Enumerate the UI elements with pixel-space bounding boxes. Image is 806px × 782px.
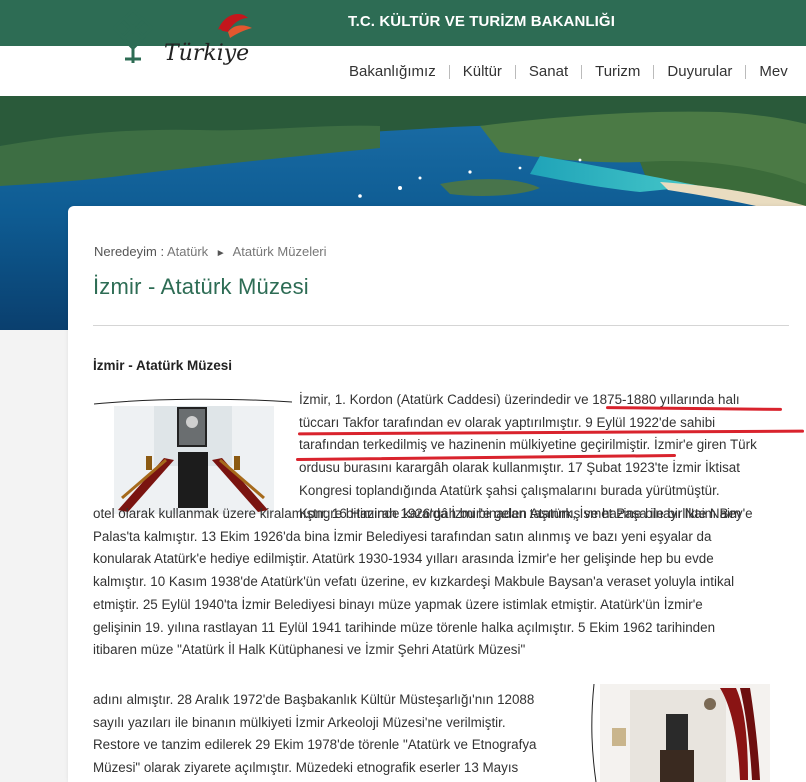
ministry-title: T.C. KÜLTÜR VE TURİZM BAKANLIĞI (348, 13, 615, 30)
article-line: konularak Atatürk'e hediye edilmiştir. A… (93, 551, 714, 567)
article-line: Palas'ta kalmıştır. 13 Ekim 1926'da bina… (93, 528, 712, 544)
main-nav: Bakanlığımız Kültür Sanat Turizm Duyurul… (349, 63, 788, 80)
article-paragraph-museum: adını almıştır. 28 Aralık 1972'de Başbak… (93, 689, 536, 780)
article-line: otel olarak kullanmak üzere kiralamıştır… (93, 506, 742, 521)
nav-item-bakanligimiz[interactable]: Bakanlığımız (349, 63, 436, 80)
nav-divider (448, 64, 450, 79)
breadcrumb-arrow-icon: ► (215, 248, 226, 259)
article-line: Restore ve tanzim edilerek 29 Ekim 1978'… (93, 737, 537, 753)
article-paragraph-history: otel olarak kullanmak üzere kiralamıştır… (93, 503, 741, 662)
article-line: gelişinin 19. yılına rastlayan 11 Eylül … (93, 619, 716, 635)
breadcrumb: Neredeyim : Atatürk ► Atatürk Müzeleri (94, 244, 327, 259)
article-line: adını almıştır. 28 Aralık 1972'de Başbak… (93, 692, 535, 707)
nav-item-kultur[interactable]: Kültür (463, 63, 502, 80)
svg-text:Türkiye: Türkiye (164, 41, 249, 66)
breadcrumb-label: Neredeyim : (94, 244, 165, 259)
article-line: Müzesi" olarak ziyarete açılmıştır. Müze… (93, 760, 519, 776)
article-line: ordusu burasını karargâh olarak kullanmı… (299, 460, 740, 476)
museum-room-photo (591, 684, 770, 782)
museum-interior-photo (94, 398, 292, 514)
nav-item-sanat[interactable]: Sanat (529, 63, 568, 80)
article-line: itibaren müze "Atatürk İl Halk Kütüphane… (93, 642, 526, 658)
page-title: İzmir - Atatürk Müzesi (93, 274, 309, 299)
article-line: sayılı yazıları ile binanın mülkiyeti İz… (93, 714, 506, 730)
breadcrumb-link-ataturk-muzeleri[interactable]: Atatürk Müzeleri (233, 244, 327, 259)
nav-divider (745, 64, 747, 79)
title-divider (93, 325, 789, 326)
article-line: tarafından terkedilmiş ve hazinenin mülk… (299, 437, 757, 453)
turkiye-logo-icon[interactable]: Türkiye (160, 8, 268, 68)
nav-item-mevzuat[interactable]: Mev (759, 63, 787, 80)
nav-divider (581, 64, 583, 79)
ministry-logo-icon[interactable] (113, 9, 153, 67)
breadcrumb-link-ataturk[interactable]: Atatürk (167, 244, 208, 259)
article-line: Kongresi toplandığında Atatürk şahsi çal… (299, 482, 720, 498)
article-line: etmiştir. 25 Eylül 1940'ta İzmir Belediy… (93, 596, 703, 612)
nav-divider (514, 64, 516, 79)
nav-divider (653, 64, 655, 79)
nav-item-turizm[interactable]: Turizm (595, 63, 640, 80)
article-subheading: İzmir - Atatürk Müzesi (93, 358, 233, 373)
article-line: kalmıştır. 10 Kasım 1938'de Atatürk'ün v… (93, 574, 735, 590)
nav-item-duyurular[interactable]: Duyurular (667, 63, 732, 80)
